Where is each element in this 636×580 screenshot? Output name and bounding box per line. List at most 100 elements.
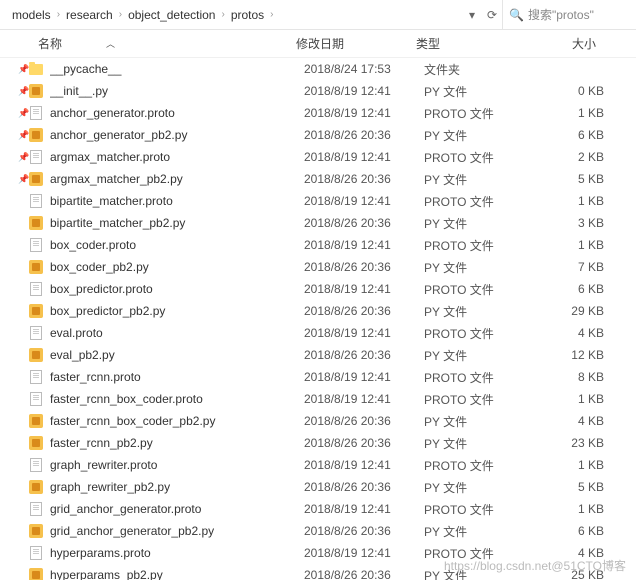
file-type: PROTO 文件 xyxy=(424,391,544,408)
file-size: 23 KB xyxy=(544,436,604,450)
file-row[interactable]: 📌faster_rcnn_pb2.py2018/8/26 20:36PY 文件2… xyxy=(0,432,636,454)
file-row[interactable]: 📌grid_anchor_generator.proto2018/8/19 12… xyxy=(0,498,636,520)
column-name[interactable]: 名称 ︿ xyxy=(38,35,296,52)
file-size: 0 KB xyxy=(544,84,604,98)
file-size: 7 KB xyxy=(544,260,604,274)
file-date: 2018/8/26 20:36 xyxy=(304,216,424,230)
file-row[interactable]: 📌bipartite_matcher.proto2018/8/19 12:41P… xyxy=(0,190,636,212)
file-type: PROTO 文件 xyxy=(424,501,544,518)
file-size: 6 KB xyxy=(544,128,604,142)
file-row[interactable]: 📌faster_rcnn_box_coder.proto2018/8/19 12… xyxy=(0,388,636,410)
proto-file-icon xyxy=(28,391,44,407)
file-date: 2018/8/19 12:41 xyxy=(304,282,424,296)
address-bar: models›research›object_detection›protos›… xyxy=(0,0,636,30)
python-file-icon xyxy=(28,347,44,363)
python-file-icon xyxy=(28,127,44,143)
file-row[interactable]: 📌anchor_generator_pb2.py2018/8/26 20:36P… xyxy=(0,124,636,146)
file-row[interactable]: 📌faster_rcnn_box_coder_pb2.py2018/8/26 2… xyxy=(0,410,636,432)
file-row[interactable]: 📌grid_anchor_generator_pb2.py2018/8/26 2… xyxy=(0,520,636,542)
proto-file-icon xyxy=(28,457,44,473)
pin-icon: 📌 xyxy=(18,130,28,141)
column-headers: 名称 ︿ 修改日期 类型 大小 xyxy=(0,30,636,58)
file-date: 2018/8/24 17:53 xyxy=(304,62,424,76)
file-size: 6 KB xyxy=(544,524,604,538)
file-type: PY 文件 xyxy=(424,523,544,540)
file-row[interactable]: 📌graph_rewriter.proto2018/8/19 12:41PROT… xyxy=(0,454,636,476)
file-size: 6 KB xyxy=(544,282,604,296)
proto-file-icon xyxy=(28,281,44,297)
file-date: 2018/8/19 12:41 xyxy=(304,238,424,252)
search-box[interactable]: 🔍 搜索"protos" xyxy=(502,0,632,29)
file-name: hyperparams.proto xyxy=(50,546,304,560)
proto-file-icon xyxy=(28,501,44,517)
file-row[interactable]: 📌graph_rewriter_pb2.py2018/8/26 20:36PY … xyxy=(0,476,636,498)
column-size[interactable]: 大小 xyxy=(536,35,596,52)
file-row[interactable]: 📌__pycache__2018/8/24 17:53文件夹 xyxy=(0,58,636,80)
file-name: graph_rewriter_pb2.py xyxy=(50,480,304,494)
file-size: 1 KB xyxy=(544,392,604,406)
file-size: 2 KB xyxy=(544,150,604,164)
file-size: 1 KB xyxy=(544,458,604,472)
file-date: 2018/8/19 12:41 xyxy=(304,106,424,120)
file-type: PROTO 文件 xyxy=(424,149,544,166)
breadcrumb-segment[interactable]: protos xyxy=(231,8,264,22)
file-row[interactable]: 📌argmax_matcher_pb2.py2018/8/26 20:36PY … xyxy=(0,168,636,190)
breadcrumb-segment[interactable]: object_detection xyxy=(128,8,215,22)
file-name: faster_rcnn_box_coder.proto xyxy=(50,392,304,406)
proto-file-icon xyxy=(28,325,44,341)
file-row[interactable]: 📌box_coder_pb2.py2018/8/26 20:36PY 文件7 K… xyxy=(0,256,636,278)
file-row[interactable]: 📌bipartite_matcher_pb2.py2018/8/26 20:36… xyxy=(0,212,636,234)
file-type: PY 文件 xyxy=(424,567,544,580)
python-file-icon xyxy=(28,567,44,580)
file-type: PROTO 文件 xyxy=(424,237,544,254)
python-file-icon xyxy=(28,413,44,429)
file-row[interactable]: 📌__init__.py2018/8/19 12:41PY 文件0 KB xyxy=(0,80,636,102)
file-type: PY 文件 xyxy=(424,171,544,188)
file-row[interactable]: 📌hyperparams.proto2018/8/19 12:41PROTO 文… xyxy=(0,542,636,564)
breadcrumb[interactable]: models›research›object_detection›protos› xyxy=(4,8,462,22)
search-placeholder: 搜索"protos" xyxy=(528,6,594,23)
file-row[interactable]: 📌eval.proto2018/8/19 12:41PROTO 文件4 KB xyxy=(0,322,636,344)
dropdown-icon[interactable]: ▾ xyxy=(462,5,482,25)
python-file-icon xyxy=(28,215,44,231)
file-row[interactable]: 📌box_predictor.proto2018/8/19 12:41PROTO… xyxy=(0,278,636,300)
search-icon: 🔍 xyxy=(509,8,524,22)
chevron-right-icon: › xyxy=(119,9,122,20)
breadcrumb-segment[interactable]: models xyxy=(12,8,51,22)
column-date[interactable]: 修改日期 xyxy=(296,35,416,52)
file-row[interactable]: 📌anchor_generator.proto2018/8/19 12:41PR… xyxy=(0,102,636,124)
file-name: __init__.py xyxy=(50,84,304,98)
file-type: PY 文件 xyxy=(424,347,544,364)
file-name: bipartite_matcher_pb2.py xyxy=(50,216,304,230)
file-name: argmax_matcher.proto xyxy=(50,150,304,164)
file-date: 2018/8/19 12:41 xyxy=(304,370,424,384)
file-row[interactable]: 📌box_coder.proto2018/8/19 12:41PROTO 文件1… xyxy=(0,234,636,256)
proto-file-icon xyxy=(28,369,44,385)
file-size: 1 KB xyxy=(544,106,604,120)
pin-icon: 📌 xyxy=(18,174,28,185)
pin-icon: 📌 xyxy=(18,152,28,163)
python-file-icon xyxy=(28,435,44,451)
python-file-icon xyxy=(28,259,44,275)
refresh-icon[interactable]: ⟳ xyxy=(482,5,502,25)
file-row[interactable]: 📌faster_rcnn.proto2018/8/19 12:41PROTO 文… xyxy=(0,366,636,388)
file-row[interactable]: 📌box_predictor_pb2.py2018/8/26 20:36PY 文… xyxy=(0,300,636,322)
file-row[interactable]: 📌hyperparams_pb2.py2018/8/26 20:36PY 文件2… xyxy=(0,564,636,580)
file-type: PROTO 文件 xyxy=(424,369,544,386)
file-name: bipartite_matcher.proto xyxy=(50,194,304,208)
file-name: grid_anchor_generator_pb2.py xyxy=(50,524,304,538)
column-type[interactable]: 类型 xyxy=(416,35,536,52)
file-date: 2018/8/19 12:41 xyxy=(304,546,424,560)
python-file-icon xyxy=(28,83,44,99)
file-row[interactable]: 📌eval_pb2.py2018/8/26 20:36PY 文件12 KB xyxy=(0,344,636,366)
file-name: eval_pb2.py xyxy=(50,348,304,362)
file-size: 8 KB xyxy=(544,370,604,384)
file-name: argmax_matcher_pb2.py xyxy=(50,172,304,186)
file-row[interactable]: 📌argmax_matcher.proto2018/8/19 12:41PROT… xyxy=(0,146,636,168)
file-type: PROTO 文件 xyxy=(424,105,544,122)
breadcrumb-segment[interactable]: research xyxy=(66,8,113,22)
file-size: 1 KB xyxy=(544,502,604,516)
file-date: 2018/8/26 20:36 xyxy=(304,480,424,494)
file-type: PROTO 文件 xyxy=(424,281,544,298)
file-date: 2018/8/19 12:41 xyxy=(304,84,424,98)
